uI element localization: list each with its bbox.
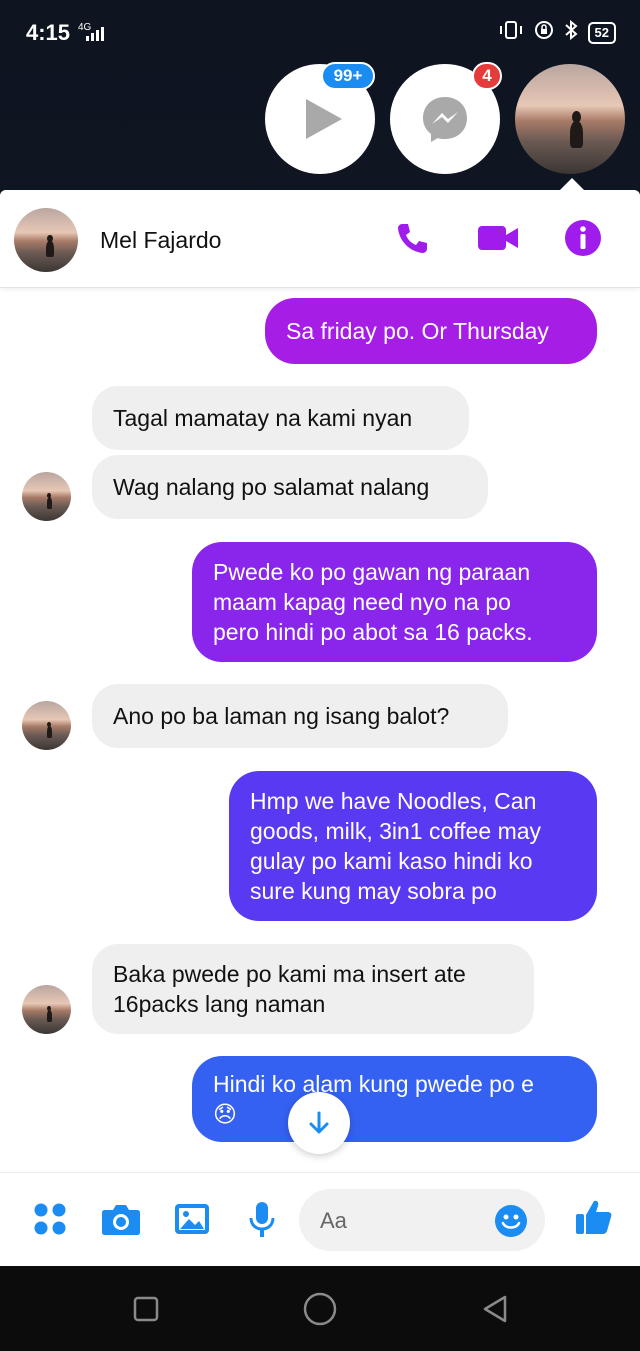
message-line: 16packs lang naman: [113, 991, 326, 1017]
messenger-icon: [423, 97, 467, 142]
bluetooth-icon: [564, 19, 578, 45]
info-icon[interactable]: [563, 218, 603, 258]
message-line: goods, milk, 3in1 coffee may: [250, 818, 542, 844]
system-navigation-bar: [0, 1266, 640, 1351]
emoji-icon[interactable]: [494, 1204, 528, 1243]
conversation-panel: Mel Fajardo Sa friday po. Or Thursday Ta…: [0, 190, 640, 1266]
phone-icon[interactable]: [393, 218, 433, 258]
message-text: Sa friday po. Or Thursday: [286, 318, 549, 344]
message-input-placeholder: Aa: [320, 1208, 347, 1233]
message-text: Tagal mamatay na kami nyan: [113, 405, 413, 431]
message-line: gulay po kami kaso hindi ko: [250, 848, 533, 874]
avatar[interactable]: [22, 472, 71, 521]
message-emoji: 😞: [213, 1101, 237, 1127]
message-bubble-incoming[interactable]: Ano po ba laman ng isang balot?: [92, 684, 508, 748]
avatar[interactable]: [22, 701, 71, 750]
camera-icon[interactable]: [101, 1201, 140, 1237]
conversation-header: Mel Fajardo: [0, 190, 640, 288]
status-bar: 4:15 4G 52: [0, 0, 640, 64]
vibrate-icon: [498, 20, 524, 45]
recent-apps-button[interactable]: [133, 1296, 159, 1327]
message-line: maam kapag need nyo na po: [213, 589, 511, 615]
rotation-lock-icon: [534, 20, 554, 45]
message-composer: Aa: [0, 1172, 640, 1266]
avatar[interactable]: [14, 208, 78, 272]
message-bubble-outgoing[interactable]: Hmp we have Noodles, Can goods, milk, 3i…: [229, 771, 597, 921]
message-line: Baka pwede po kami ma insert ate: [113, 961, 466, 987]
home-button[interactable]: [303, 1292, 337, 1331]
message-line: sure kung may sobra po: [250, 878, 497, 904]
signal-icon: [86, 27, 104, 41]
video-chat-head[interactable]: 99+: [265, 62, 375, 174]
message-line: Pwede ko po gawan ng paraan: [213, 559, 531, 585]
back-button[interactable]: [481, 1294, 509, 1329]
battery-indicator: 52: [587, 21, 616, 44]
arrow-down-icon: [309, 1111, 329, 1134]
message-bubble-incoming[interactable]: Baka pwede po kami ma insert ate 16packs…: [92, 944, 534, 1034]
message-line: Hmp we have Noodles, Can: [250, 788, 537, 814]
microphone-icon[interactable]: [247, 1201, 283, 1237]
message-bubble-incoming[interactable]: Tagal mamatay na kami nyan: [92, 386, 469, 450]
messenger-badge: 4: [472, 62, 502, 90]
message-bubble-outgoing[interactable]: Sa friday po. Or Thursday: [265, 298, 597, 364]
more-actions-icon[interactable]: [32, 1201, 68, 1237]
message-bubble-outgoing[interactable]: Pwede ko po gawan ng paraan maam kapag n…: [192, 542, 597, 662]
message-line: pero hindi po abot sa 16 packs.: [213, 619, 533, 645]
video-call-icon[interactable]: [476, 218, 518, 258]
avatar[interactable]: [22, 985, 71, 1034]
play-icon: [306, 99, 342, 139]
contact-photo-figure: [570, 111, 584, 148]
like-icon[interactable]: [574, 1197, 612, 1234]
message-bubble-outgoing[interactable]: Hindi ko alam kung pwede po e 😞: [192, 1056, 597, 1142]
contact-chat-head[interactable]: [515, 64, 625, 174]
message-text: Ano po ba laman ng isang balot?: [113, 703, 450, 729]
message-bubble-incoming[interactable]: Wag nalang po salamat nalang: [92, 455, 488, 519]
message-input[interactable]: Aa: [299, 1189, 545, 1251]
message-line: Hindi ko alam kung pwede po e: [213, 1071, 534, 1097]
status-time: 4:15: [26, 20, 71, 45]
scroll-to-bottom-button[interactable]: [288, 1092, 350, 1154]
contact-name[interactable]: Mel Fajardo: [100, 227, 221, 254]
chat-head-pointer: [560, 178, 584, 190]
gallery-icon[interactable]: [174, 1201, 210, 1237]
message-text: Wag nalang po salamat nalang: [113, 474, 430, 500]
message-list[interactable]: Sa friday po. Or Thursday Tagal mamatay …: [0, 288, 640, 1168]
messenger-chat-head[interactable]: 4: [390, 62, 502, 174]
video-badge: 99+: [321, 62, 375, 90]
